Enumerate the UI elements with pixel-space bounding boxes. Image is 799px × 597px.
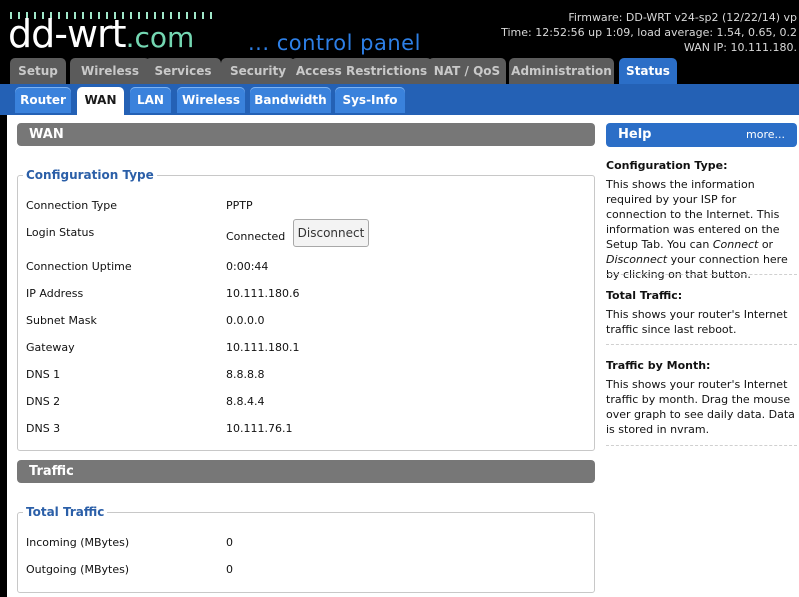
help-config-disconnect: Disconnect — [606, 253, 668, 266]
tab-wireless[interactable]: Wireless — [70, 58, 150, 84]
tab-security[interactable]: Security — [221, 58, 295, 84]
incoming-value: 0 — [226, 536, 233, 549]
help-traffic-by-month-heading: Traffic by Month: — [606, 359, 711, 372]
traffic-section-header: Traffic — [17, 460, 595, 483]
help-total-traffic-text: This shows your router's Internet traffi… — [606, 308, 788, 336]
help-header: Help more... — [606, 123, 797, 147]
header: dd-wrt.com ... control panel Firmware: D… — [0, 0, 799, 58]
wan-ip-info: WAN IP: 10.111.180. — [683, 41, 797, 54]
tab-nat-qos[interactable]: NAT / QoS — [428, 58, 506, 84]
content-area: WAN Configuration Type Connection Type P… — [7, 115, 799, 597]
subtab-wan[interactable]: WAN — [77, 87, 124, 115]
logo: dd-wrt.com — [8, 14, 194, 58]
wan-section-header: WAN — [17, 123, 595, 146]
subtab-lan[interactable]: LAN — [130, 87, 171, 113]
login-status-value-row: Connected Disconnect — [26, 219, 586, 247]
tab-status[interactable]: Status — [619, 58, 677, 84]
help-configuration-type: Configuration Type: This shows the infor… — [606, 158, 797, 282]
dns3-label: DNS 3 — [26, 422, 61, 435]
logo-main: dd-wrt — [8, 12, 127, 56]
subtab-wireless[interactable]: Wireless — [177, 87, 245, 113]
connection-type-value: PPTP — [226, 199, 253, 212]
outgoing-value: 0 — [226, 563, 233, 576]
disconnect-button[interactable]: Disconnect — [293, 219, 369, 247]
outgoing-label: Outgoing (MBytes) — [26, 563, 130, 576]
connection-uptime-label: Connection Uptime — [26, 260, 132, 273]
help-traffic-by-month: Traffic by Month: This shows your router… — [606, 358, 797, 437]
incoming-label: Incoming (MBytes) — [26, 536, 130, 549]
time-info: Time: 12:52:56 up 1:09, load average: 1.… — [501, 26, 797, 39]
help-config-text-2: or — [758, 238, 774, 251]
gateway-value: 10.111.180.1 — [226, 341, 300, 354]
configuration-type-legend: Configuration Type — [23, 168, 157, 183]
help-title: Help — [618, 127, 652, 142]
subnet-mask-value: 0.0.0.0 — [226, 314, 265, 327]
tab-access-restrictions[interactable]: Access Restrictions — [291, 58, 432, 84]
sub-tab-bar: Router WAN LAN Wireless Bandwidth Sys-In… — [0, 84, 799, 115]
ip-address-value: 10.111.180.6 — [226, 287, 300, 300]
connection-type-label: Connection Type — [26, 199, 118, 212]
control-panel-subtitle: ... control panel — [248, 31, 421, 55]
help-traffic-by-month-text: This shows your router's Internet traffi… — [606, 378, 795, 436]
subtab-sys-info[interactable]: Sys-Info — [335, 87, 405, 113]
tab-services[interactable]: Services — [145, 58, 221, 84]
tab-setup[interactable]: Setup — [10, 58, 66, 84]
dns2-value: 8.8.4.4 — [226, 395, 265, 408]
connection-uptime-value: 0:00:44 — [226, 260, 269, 273]
help-config-connect: Connect — [712, 238, 759, 251]
help-configuration-type-heading: Configuration Type: — [606, 159, 728, 172]
help-more-link[interactable]: more... — [746, 123, 785, 147]
dns1-value: 8.8.8.8 — [226, 368, 265, 381]
help-separator — [606, 274, 797, 275]
dns3-value: 10.111.76.1 — [226, 422, 293, 435]
configuration-type-fieldset: Configuration Type Connection Type PPTP … — [17, 168, 595, 451]
help-total-traffic-heading: Total Traffic: — [606, 289, 683, 302]
help-configuration-type-text: This shows the information required by y… — [606, 177, 797, 282]
tab-administration[interactable]: Administration — [509, 58, 614, 84]
gateway-label: Gateway — [26, 341, 75, 354]
help-separator — [606, 445, 797, 446]
router-info: Firmware: DD-WRT v24-sp2 (12/22/14) vp T… — [501, 10, 797, 55]
firmware-info: Firmware: DD-WRT v24-sp2 (12/22/14) vp — [568, 11, 797, 24]
total-traffic-fieldset: Total Traffic Incoming (MBytes) 0 Outgoi… — [17, 505, 595, 593]
subnet-mask-label: Subnet Mask — [26, 314, 97, 327]
help-separator — [606, 344, 797, 345]
subtab-router[interactable]: Router — [15, 87, 71, 113]
subtab-bandwidth[interactable]: Bandwidth — [250, 87, 331, 113]
ip-address-label: IP Address — [26, 287, 84, 300]
dns2-label: DNS 2 — [26, 395, 61, 408]
login-status-value: Connected — [226, 230, 286, 243]
help-total-traffic: Total Traffic: This shows your router's … — [606, 288, 797, 337]
dns1-label: DNS 1 — [26, 368, 61, 381]
logo-suffix: .com — [125, 21, 195, 54]
total-traffic-legend: Total Traffic — [23, 505, 108, 520]
